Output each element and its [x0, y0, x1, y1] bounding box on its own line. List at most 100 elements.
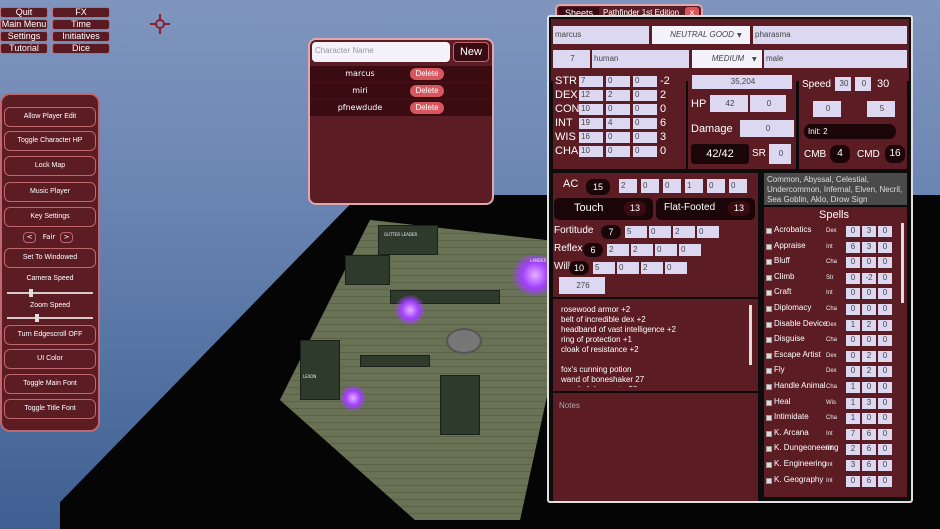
- stat-field[interactable]: 16: [579, 132, 603, 143]
- stat-field[interactable]: 7: [579, 76, 603, 87]
- skill-field[interactable]: 1: [846, 413, 860, 425]
- scrollbar[interactable]: [749, 305, 752, 365]
- stat-field[interactable]: 4: [606, 118, 630, 129]
- damage-field[interactable]: 0: [740, 120, 794, 137]
- class-skill-checkbox[interactable]: [766, 321, 772, 328]
- skill-field[interactable]: 2: [846, 444, 860, 456]
- skill-field[interactable]: 0: [878, 413, 892, 425]
- crosshair-icon[interactable]: [150, 14, 170, 34]
- skill-field[interactable]: 3: [846, 460, 860, 471]
- toggle-title-font-button[interactable]: Toggle Title Font: [4, 399, 96, 419]
- skill-field[interactable]: 0: [862, 413, 876, 425]
- skill-field[interactable]: 1: [846, 382, 860, 393]
- list-item[interactable]: marcus Delete: [310, 66, 492, 82]
- lock-map-button[interactable]: Lock Map: [4, 156, 96, 176]
- skill-field[interactable]: 0: [862, 382, 876, 393]
- class-skill-checkbox[interactable]: [766, 259, 772, 266]
- weather-prev-button[interactable]: <: [23, 232, 36, 243]
- save-field[interactable]: 2: [631, 244, 653, 256]
- delete-button[interactable]: Delete: [410, 102, 444, 114]
- class-skill-checkbox[interactable]: [766, 446, 772, 453]
- items-list[interactable]: rosewood armor +2 belt of incredible dex …: [561, 305, 746, 387]
- spells-heading[interactable]: Spells: [764, 209, 904, 221]
- save-field[interactable]: 5: [593, 262, 615, 274]
- ac-part-field[interactable]: 0: [641, 179, 659, 193]
- save-field[interactable]: 0: [679, 244, 701, 256]
- save-field[interactable]: 5: [625, 226, 647, 238]
- list-item[interactable]: pfnewdude Delete: [310, 100, 492, 116]
- class-skill-checkbox[interactable]: [766, 290, 772, 297]
- skill-field[interactable]: 0: [846, 350, 860, 362]
- sr-field[interactable]: 0: [769, 144, 791, 164]
- deity-field[interactable]: pharasma: [753, 26, 907, 44]
- skill-field[interactable]: 0: [878, 241, 892, 253]
- tutorial-button[interactable]: Tutorial: [0, 43, 48, 54]
- skill-field[interactable]: 0: [862, 304, 876, 315]
- skill-field[interactable]: 2: [862, 319, 876, 331]
- slider-handle[interactable]: [29, 289, 34, 297]
- initiatives-button[interactable]: Initiatives: [52, 31, 110, 42]
- skill-field[interactable]: 3: [862, 226, 876, 237]
- ac-part-field[interactable]: 0: [729, 179, 747, 193]
- save-field[interactable]: 2: [607, 244, 629, 256]
- skill-field[interactable]: 0: [878, 428, 892, 440]
- skill-field[interactable]: 0: [878, 382, 892, 393]
- stat-field[interactable]: 2: [606, 90, 630, 101]
- skill-field[interactable]: 0: [846, 335, 860, 347]
- allow-player-edit-button[interactable]: Allow Player Edit: [4, 107, 96, 127]
- settings-button[interactable]: Settings: [0, 31, 48, 42]
- skill-field[interactable]: 0: [878, 350, 892, 362]
- stat-field[interactable]: 0: [633, 90, 657, 101]
- stat-field[interactable]: 0: [633, 146, 657, 157]
- stat-field[interactable]: 12: [579, 90, 603, 101]
- ui-color-button[interactable]: UI Color: [4, 349, 96, 369]
- speed-field[interactable]: 5: [867, 101, 895, 117]
- class-skill-checkbox[interactable]: [766, 415, 772, 422]
- save-field[interactable]: 2: [673, 226, 695, 238]
- music-player-button[interactable]: Music Player: [4, 182, 96, 202]
- skill-field[interactable]: 0: [878, 444, 892, 456]
- race-field[interactable]: human: [592, 50, 689, 68]
- class-skill-checkbox[interactable]: [766, 228, 772, 234]
- altar[interactable]: [446, 328, 482, 354]
- class-skill-checkbox[interactable]: [766, 306, 772, 312]
- save-field[interactable]: 0: [655, 244, 677, 256]
- stat-field[interactable]: 0: [606, 76, 630, 87]
- class-skill-checkbox[interactable]: [766, 430, 772, 437]
- skill-field[interactable]: 0: [846, 257, 860, 269]
- save-field[interactable]: 0: [697, 226, 719, 238]
- class-skill-checkbox[interactable]: [766, 243, 772, 250]
- skill-field[interactable]: 0: [878, 366, 892, 378]
- key-settings-button[interactable]: Key Settings: [4, 207, 96, 227]
- main-menu-button[interactable]: Main Menu: [0, 19, 48, 30]
- skill-field[interactable]: 1: [846, 397, 860, 409]
- zoom-speed-slider[interactable]: [7, 314, 93, 322]
- name-field[interactable]: marcus: [553, 26, 649, 44]
- stat-field[interactable]: 0: [633, 104, 657, 115]
- skill-field[interactable]: 0: [878, 319, 892, 331]
- skill-field[interactable]: 0: [846, 366, 860, 378]
- stat-field[interactable]: 0: [606, 146, 630, 157]
- stat-field[interactable]: 0: [606, 132, 630, 143]
- save-field[interactable]: 0: [617, 262, 639, 274]
- class-skill-checkbox[interactable]: [766, 368, 772, 375]
- list-item[interactable]: miri Delete: [310, 83, 492, 99]
- toggle-main-font-button[interactable]: Toggle Main Font: [4, 374, 96, 394]
- skill-field[interactable]: 0: [862, 288, 876, 300]
- set-windowed-button[interactable]: Set To Windowed: [4, 248, 96, 268]
- scrollbar[interactable]: [901, 223, 904, 303]
- gender-field[interactable]: male: [764, 50, 907, 68]
- time-button[interactable]: Time: [52, 19, 110, 30]
- ac-part-field[interactable]: 0: [707, 179, 725, 193]
- skill-field[interactable]: 1: [846, 319, 860, 331]
- hp-field[interactable]: 42: [710, 95, 748, 112]
- skill-field[interactable]: 0: [846, 304, 860, 315]
- new-character-button[interactable]: New: [453, 42, 489, 62]
- skill-field[interactable]: 0: [878, 272, 892, 284]
- level-field[interactable]: 7: [553, 50, 590, 68]
- skill-field[interactable]: 0: [878, 335, 892, 347]
- skill-field[interactable]: 6: [862, 475, 876, 487]
- save-field[interactable]: 0: [649, 226, 671, 238]
- save-field[interactable]: 0: [665, 262, 687, 274]
- stat-field[interactable]: 19: [579, 118, 603, 129]
